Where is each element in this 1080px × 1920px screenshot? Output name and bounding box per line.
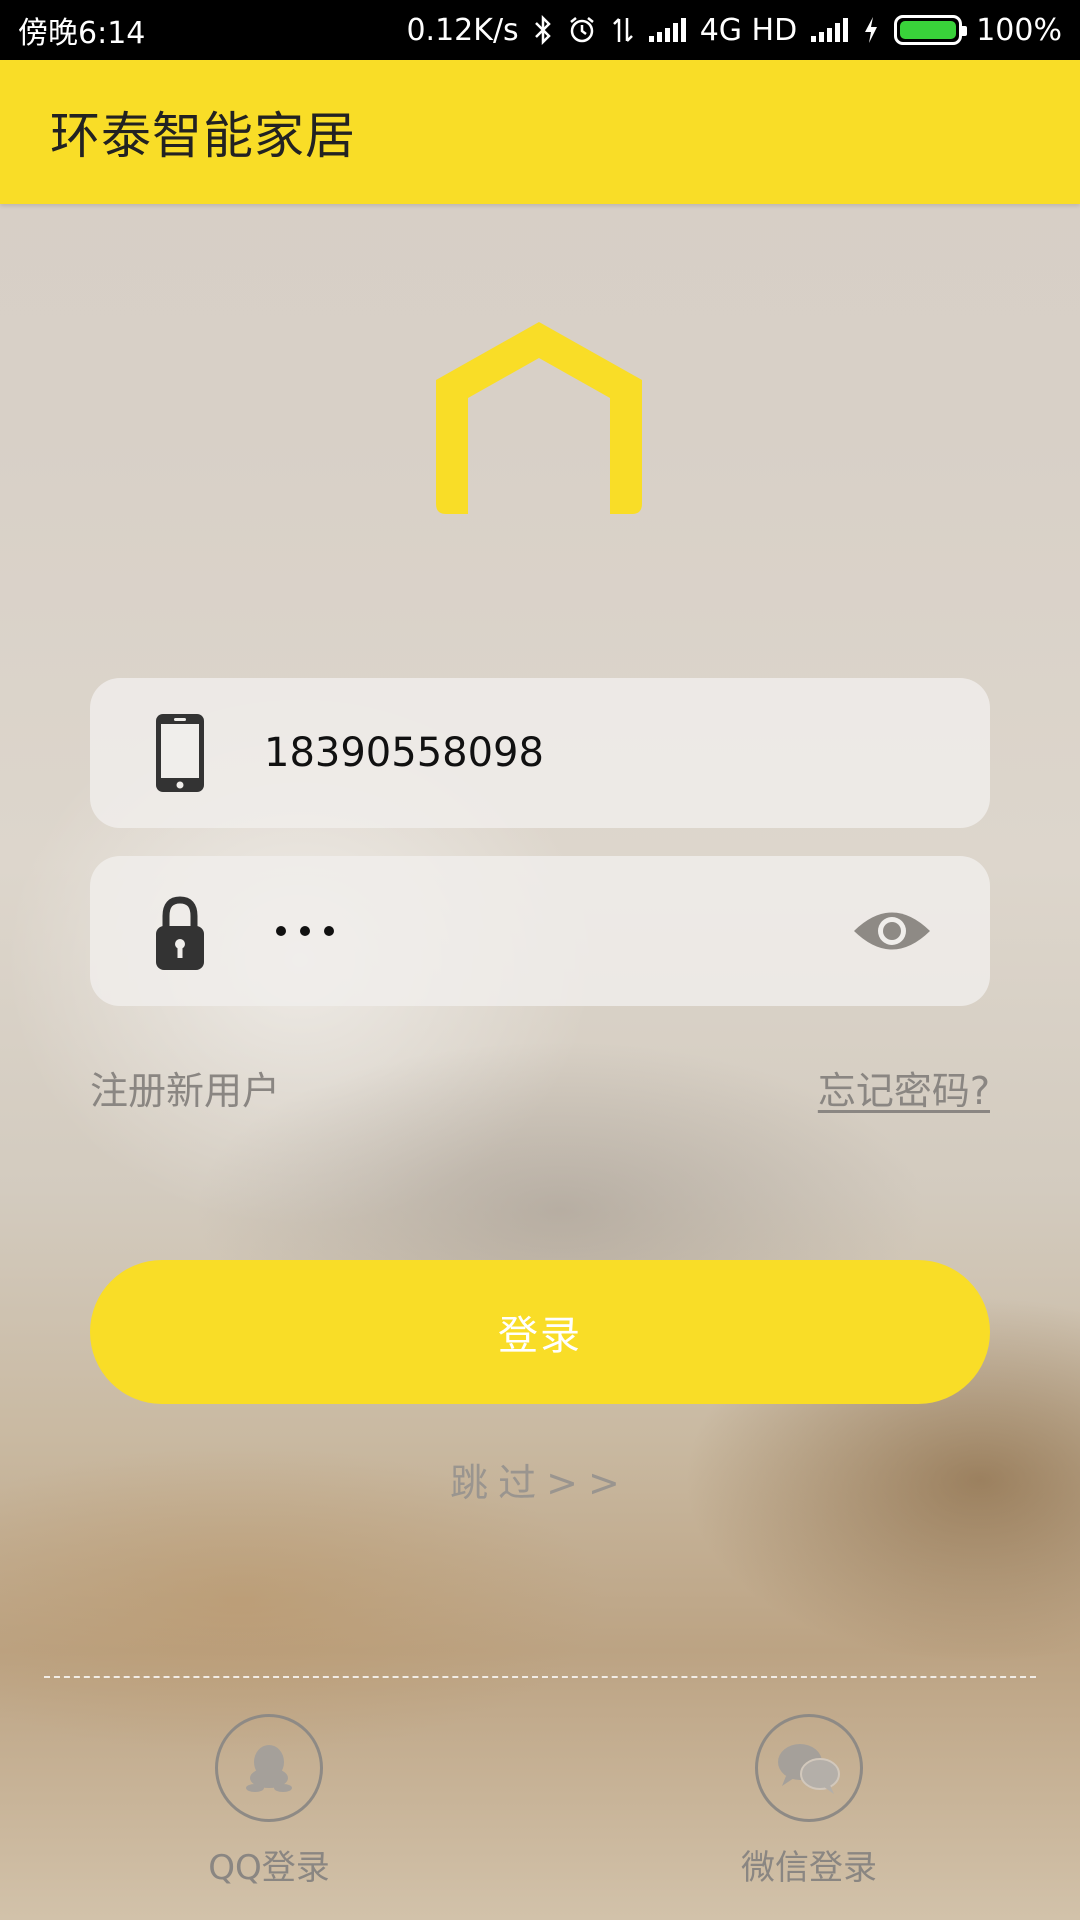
phone-field[interactable]: [90, 678, 990, 828]
network-type: 4G HD: [699, 12, 798, 48]
network-speed: 0.12K/s: [406, 12, 519, 48]
forgot-password-link[interactable]: 忘记密码?: [818, 1060, 990, 1115]
wechat-login[interactable]: 微信登录: [709, 1714, 909, 1889]
app-title: 环泰智能家居: [50, 107, 356, 165]
lock-icon: [156, 896, 204, 970]
status-bar: 傍晚6:14 0.12K/s 4G HD 100%: [0, 0, 1080, 60]
charging-icon: [865, 17, 878, 43]
signal-icon-2: [811, 18, 849, 42]
battery-percent: 100%: [976, 12, 1062, 48]
eye-icon[interactable]: [852, 906, 932, 956]
alarm-icon: [569, 17, 594, 43]
qq-button[interactable]: [215, 1714, 323, 1822]
status-indicators: 0.12K/s 4G HD 100%: [406, 13, 1062, 48]
wechat-button[interactable]: [755, 1714, 863, 1822]
battery-icon: [894, 15, 968, 45]
wechat-icon: [778, 1744, 840, 1794]
bluetooth-icon: [534, 15, 551, 45]
password-input[interactable]: [276, 856, 334, 1006]
skip-link[interactable]: 跳过>>: [0, 1452, 1080, 1507]
battery-fill: [900, 21, 957, 39]
qq-icon: [246, 1745, 292, 1792]
register-link[interactable]: 注册新用户: [90, 1060, 280, 1115]
signal-icon: [648, 18, 686, 42]
login-button[interactable]: 登录: [90, 1260, 990, 1404]
qq-login-label: QQ登录: [208, 1848, 330, 1888]
data-arrows-icon: [612, 18, 633, 42]
wechat-login-label: 微信登录: [741, 1848, 877, 1888]
phone-input[interactable]: [264, 678, 864, 828]
house-logo-icon: [436, 322, 642, 514]
password-field[interactable]: [90, 856, 990, 1006]
app-bar: 环泰智能家居: [0, 60, 1080, 204]
status-time: 傍晚6:14: [18, 16, 146, 51]
qq-login[interactable]: QQ登录: [169, 1714, 369, 1889]
phone-icon: [156, 714, 204, 792]
divider: [44, 1676, 1036, 1678]
